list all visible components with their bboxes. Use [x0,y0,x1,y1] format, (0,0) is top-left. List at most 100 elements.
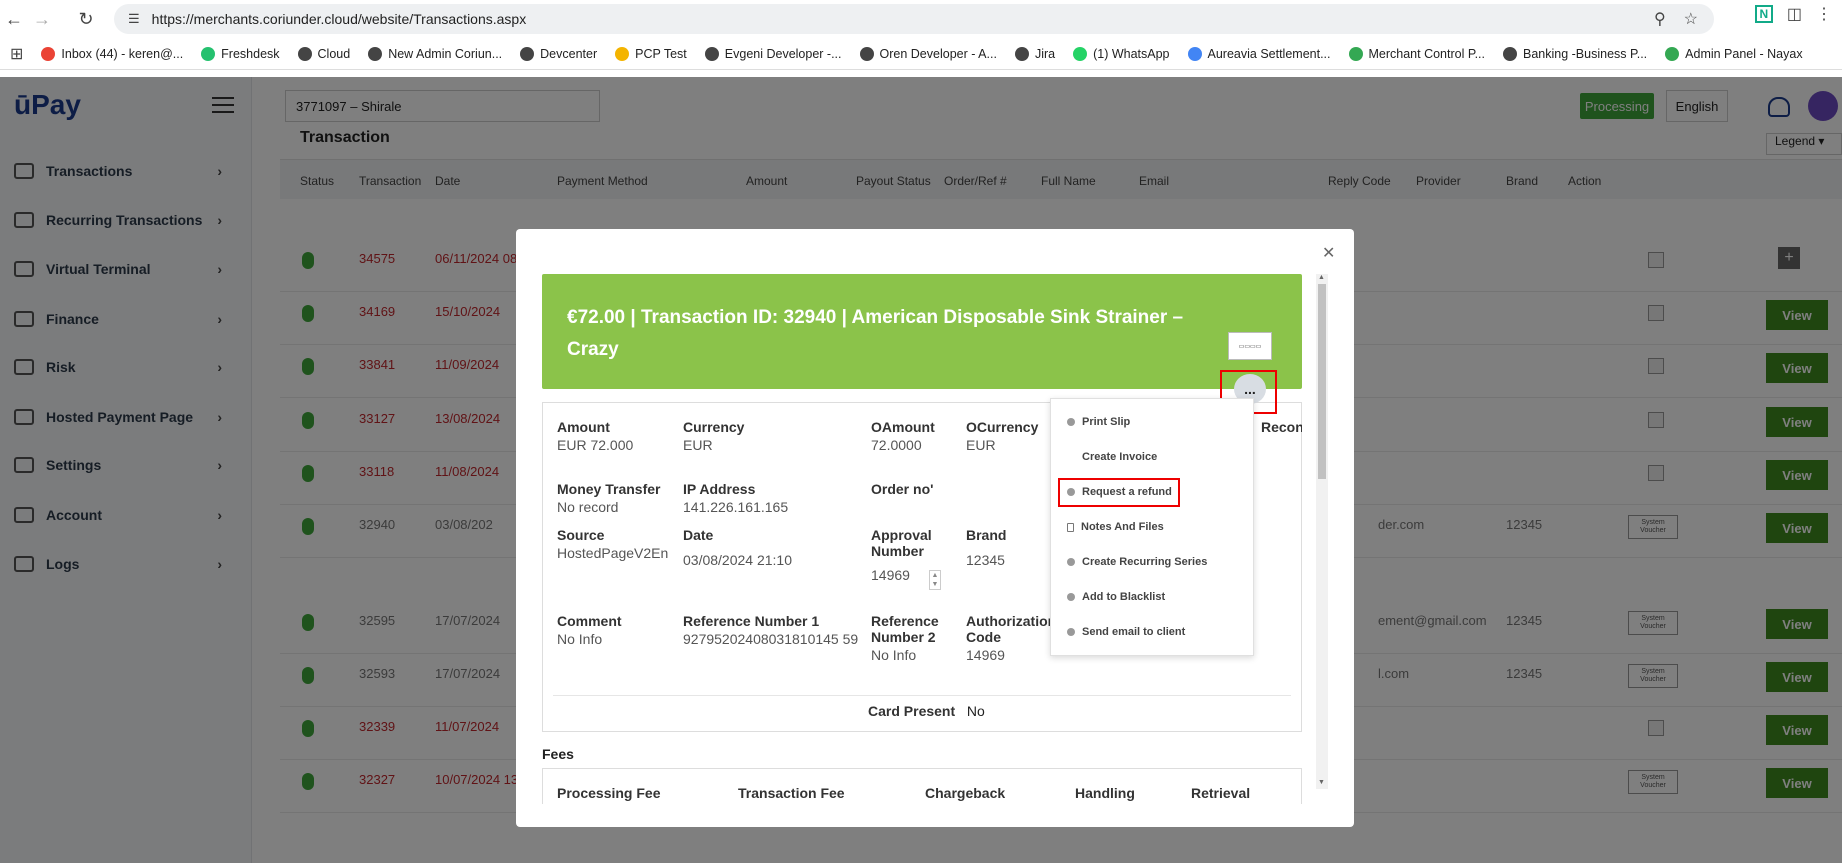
scrollbar-thumb[interactable] [1318,284,1326,479]
browser-menu-icon[interactable]: ⋮ [1816,4,1832,24]
bookmark-item[interactable]: Inbox (44) - keren@... [41,46,184,61]
bookmark-favicon-icon [297,46,312,61]
bookmark-item[interactable]: Admin Panel - Nayax [1665,46,1803,61]
site-info-icon[interactable]: ☰ [128,11,140,27]
address-bar[interactable]: ☰ https://merchants.coriunder.cloud/webs… [114,4,1714,34]
bookmark-label: Cloud [317,46,351,61]
field-money-transfer: Money Transfer No record [557,481,661,515]
menu-item-create-recurring-series[interactable]: Create Recurring Series [1051,547,1255,577]
bookmark-label: Devcenter [540,46,598,61]
bookmark-label: (1) WhatsApp [1093,46,1170,61]
bookmark-item[interactable]: Jira [1014,46,1056,61]
menu-item-add-to-blacklist[interactable]: Add to Blacklist [1051,582,1255,612]
field-reference-number-1: Reference Number 1 92795202408031810145 5… [683,613,859,647]
menu-item-icon [1067,522,1074,532]
bookmark-label: New Admin Coriun... [388,46,503,61]
field-authorization-code: Authorization Code 14969 [966,613,1057,663]
field-ocurrency: OCurrency EUR [966,419,1039,453]
bookmark-label: Inbox (44) - keren@... [61,46,184,61]
close-icon[interactable]: ✕ [1322,243,1335,263]
bookmark-label: Admin Panel - Nayax [1685,46,1803,61]
field-recon: Recon [1261,419,1302,435]
bookmark-item[interactable]: Merchant Control P... [1348,46,1486,61]
menu-item-icon [1067,558,1075,566]
menu-item-label: Create Invoice [1082,451,1158,463]
menu-item-send-email-to-client[interactable]: Send email to client [1051,617,1255,647]
menu-item-label: Create Recurring Series [1082,556,1208,568]
field-source: Source HostedPageV2En [557,527,669,561]
zoom-icon[interactable]: ⚲ [1654,9,1666,29]
field-ip-address: IP Address 141.226.161.165 [683,481,789,515]
bookmark-item[interactable]: Freshdesk [201,46,280,61]
menu-item-label: Add to Blacklist [1082,591,1166,603]
bookmark-favicon-icon [1187,46,1202,61]
field-card-present: Card Present No [868,703,985,719]
bookmark-item[interactable]: Banking -Business P... [1503,46,1648,61]
highlight-request-refund [1058,478,1180,507]
field-order-no: Order no' [871,481,934,497]
field-comment: Comment No Info [557,613,622,647]
bookmark-favicon-icon [704,46,719,61]
bookmark-item[interactable]: Aureavia Settlement... [1187,46,1331,61]
bookmark-favicon-icon [859,46,874,61]
fee-header: Retrieval [1191,785,1251,801]
fee-header: Chargeback [925,785,1006,801]
reload-icon[interactable]: ↻ [72,5,100,33]
field-oamount: OAmount 72.0000 [871,419,935,453]
bookmark-favicon-icon [520,46,535,61]
bookmark-label: Evgeni Developer -... [724,46,842,61]
menu-item-label: Send email to client [1082,626,1186,638]
card-logo-icon: ▭▭▭▭ [1228,332,1272,360]
bookmark-favicon-icon [1665,46,1680,61]
notion-extension-icon[interactable]: N [1754,5,1773,23]
bookmark-item[interactable]: PCP Test [615,46,687,61]
modal-scrollbar[interactable]: ▲ ▼ [1316,274,1328,789]
bookmark-item[interactable]: Evgeni Developer -... [704,46,842,61]
divider [553,695,1291,696]
bookmark-favicon-icon [1073,46,1088,61]
bookmark-favicon-icon [1014,46,1029,61]
fees-table: Processing Fee Transaction Fee Chargebac… [542,768,1302,804]
approval-number-stepper[interactable]: ▲ ▼ [929,570,941,590]
bookmark-label: Freshdesk [221,46,280,61]
bookmark-star-icon[interactable]: ☆ [1684,9,1698,29]
menu-item-label: Print Slip [1082,416,1131,428]
bookmarks-bar: ⊞ Inbox (44) - keren@... Freshdesk Cloud New… [0,38,1842,70]
menu-item-icon [1067,418,1075,426]
bookmark-label: Banking -Business P... [1523,46,1648,61]
bookmark-label: Aureavia Settlement... [1207,46,1331,61]
bookmark-item[interactable]: Oren Developer - A... [859,46,997,61]
bookmark-favicon-icon [1348,46,1363,61]
menu-item-print-slip[interactable]: Print Slip [1051,407,1255,437]
bookmark-favicon-icon [615,46,630,61]
bookmark-label: Oren Developer - A... [879,46,997,61]
back-icon[interactable]: ← [0,5,28,33]
menu-item-icon [1067,628,1075,636]
fee-header: Transaction Fee [738,785,845,801]
browser-toolbar: ← → ↻ ☰ https://merchants.coriunder.clou… [0,0,1842,38]
bookmark-item[interactable]: Cloud [297,46,351,61]
bookmark-label: PCP Test [635,46,687,61]
bookmark-label: Merchant Control P... [1368,46,1486,61]
forward-icon[interactable]: → [28,5,56,33]
menu-item-notes-and-files[interactable]: Notes And Files [1051,512,1255,542]
bookmark-favicon-icon [368,46,383,61]
field-reference-number-2: Reference Number 2 No Info [871,613,939,663]
bookmark-item[interactable]: New Admin Coriun... [368,46,503,61]
bookmark-favicon-icon [41,46,56,61]
menu-item-create-invoice[interactable]: Create Invoice [1051,442,1255,472]
bookmark-item[interactable]: (1) WhatsApp [1073,46,1170,61]
field-date: Date 03/08/2024 21:10 [683,527,792,568]
extensions-icon[interactable]: ◫ [1787,4,1802,24]
fees-title: Fees [542,746,574,762]
bookmark-favicon-icon [1503,46,1517,61]
bookmark-favicon-icon [201,46,216,61]
menu-item-icon [1067,453,1075,461]
field-currency: Currency EUR [683,419,745,453]
bookmark-label: Jira [1034,46,1056,61]
transaction-actions-menu: Print Slip Create Invoice Request a refund… [1050,398,1254,656]
apps-grid-icon[interactable]: ⊞ [10,44,23,64]
bookmark-item[interactable]: Devcenter [520,46,598,61]
transaction-summary-header: €72.00 | Transaction ID: 32940 | America… [542,274,1302,389]
transaction-title: €72.00 | Transaction ID: 32940 | America… [567,307,1184,360]
